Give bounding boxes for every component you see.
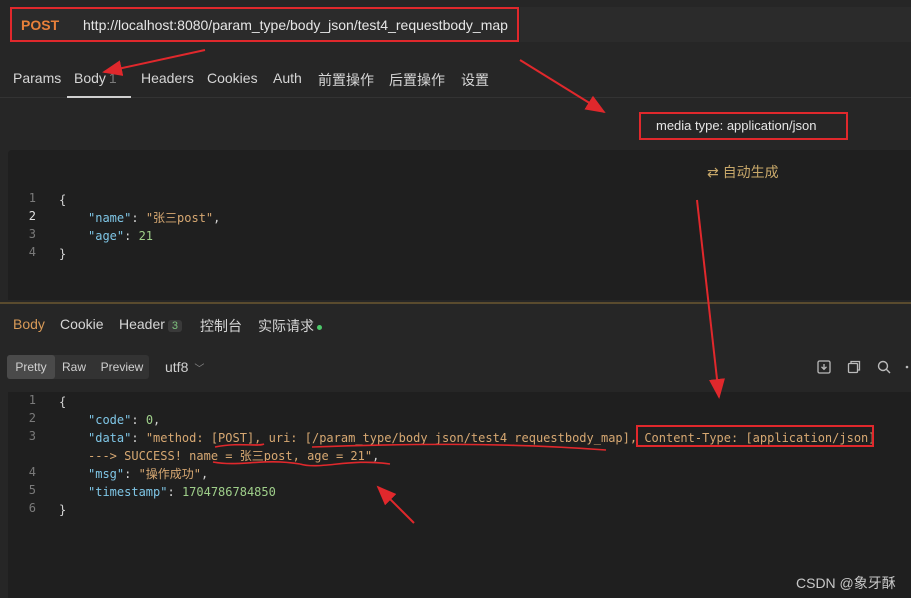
response-code-line-3-wrap: ---> SUCCESS! name = 张三post, age = 21", bbox=[88, 449, 380, 463]
json-key: "name" bbox=[88, 211, 132, 225]
url-bar-fill bbox=[520, 7, 911, 42]
request-code-line-4: } bbox=[59, 245, 66, 263]
tab-body[interactable]: Body 1 bbox=[74, 70, 117, 86]
json-value: 1704786784850 bbox=[181, 485, 276, 499]
json-value: 0 bbox=[145, 413, 154, 427]
method-select[interactable]: POST bbox=[21, 17, 59, 33]
tab-console[interactable]: 控制台 bbox=[200, 316, 242, 336]
line-number: 5 bbox=[28, 483, 36, 497]
json-key: "age" bbox=[88, 229, 125, 243]
more-icon[interactable] bbox=[903, 359, 911, 375]
media-type-annotation: media type: application/json bbox=[639, 112, 848, 140]
tab-post-operations[interactable]: 后置操作 bbox=[389, 70, 445, 90]
tab-auth[interactable]: Auth bbox=[273, 70, 302, 86]
json-key: "timestamp" bbox=[88, 485, 168, 499]
tab-params[interactable]: Params bbox=[13, 70, 61, 86]
json-value: 21 bbox=[138, 229, 154, 243]
chevron-down-icon: ﹀ bbox=[194, 364, 205, 375]
content-type-annotation-box bbox=[636, 425, 874, 447]
line-number: 3 bbox=[28, 227, 36, 241]
copy-icon[interactable] bbox=[846, 359, 862, 375]
tab-cookies[interactable]: Cookies bbox=[207, 70, 258, 86]
watermark: CSDN @象牙酥 bbox=[796, 575, 896, 591]
line-number: 3 bbox=[28, 429, 36, 443]
refresh-icon: ⇄ bbox=[707, 164, 723, 180]
tab-headers[interactable]: Headers bbox=[141, 70, 194, 86]
json-value: "method: [POST], uri: [/param_type/body_… bbox=[145, 431, 645, 445]
tab-body-label: Body bbox=[74, 70, 106, 86]
line-number: 1 bbox=[28, 393, 36, 407]
header-count-badge: 3 bbox=[167, 320, 183, 332]
response-tabs: Body Cookie Header 3 控制台 实际请求 bbox=[0, 304, 911, 344]
line-number: 2 bbox=[28, 411, 36, 425]
search-icon[interactable] bbox=[876, 359, 892, 375]
tab-actual-request-label: 实际请求 bbox=[258, 318, 314, 334]
request-tabs: Params Body 1 Headers Cookies Auth 前置操作 后… bbox=[0, 58, 911, 98]
brace: { bbox=[59, 193, 67, 207]
tab-body-count: 1 bbox=[108, 70, 117, 86]
tab-response-header[interactable]: Header 3 bbox=[119, 316, 183, 332]
url-bar: POST http://localhost:8080/param_type/bo… bbox=[0, 0, 911, 52]
line-number: 1 bbox=[28, 191, 36, 205]
json-key: "data" bbox=[88, 431, 132, 445]
raw-button[interactable]: Raw bbox=[57, 355, 91, 379]
response-code-line-1: { bbox=[59, 393, 66, 411]
media-type-text: media type: application/json bbox=[656, 118, 817, 133]
status-dot bbox=[317, 324, 322, 330]
line-number: 4 bbox=[28, 465, 36, 479]
response-code-line-2: "code": 0, bbox=[88, 413, 161, 427]
response-code-line-6: } bbox=[59, 501, 66, 519]
json-key: "msg" bbox=[88, 467, 125, 481]
json-value: "张三post" bbox=[145, 211, 214, 225]
url-input-box[interactable]: POST http://localhost:8080/param_type/bo… bbox=[10, 7, 519, 42]
request-code-line-1: { bbox=[59, 191, 66, 209]
tab-settings[interactable]: 设置 bbox=[461, 70, 489, 90]
auto-generate-label: 自动生成 bbox=[722, 164, 779, 180]
json-key: "code" bbox=[88, 413, 132, 427]
brace: } bbox=[59, 503, 67, 517]
tab-response-cookie[interactable]: Cookie bbox=[60, 316, 104, 332]
brace: { bbox=[59, 395, 67, 409]
tab-response-header-label: Header bbox=[119, 316, 165, 332]
response-code-line-5: "timestamp": 1704786784850 bbox=[88, 485, 276, 499]
encoding-select[interactable]: utf8 ﹀ bbox=[165, 359, 204, 375]
encoding-value: utf8 bbox=[165, 359, 189, 375]
line-number: 4 bbox=[28, 245, 36, 259]
view-mode-group: Pretty Raw Preview bbox=[7, 355, 149, 379]
url-input[interactable]: http://localhost:8080/param_type/body_js… bbox=[83, 17, 508, 33]
line-number: 6 bbox=[28, 501, 36, 515]
preview-button[interactable]: Preview bbox=[95, 355, 149, 379]
tab-actual-request[interactable]: 实际请求 bbox=[258, 316, 322, 336]
download-icon[interactable] bbox=[816, 359, 832, 375]
json-value: "操作成功" bbox=[138, 467, 202, 481]
active-tab-underline bbox=[67, 96, 131, 98]
response-code-line-4: "msg": "操作成功", bbox=[88, 467, 209, 481]
line-number: 2 bbox=[28, 209, 36, 223]
tab-response-body[interactable]: Body bbox=[13, 316, 45, 332]
request-code-line-2: "name": "张三post", bbox=[88, 211, 221, 225]
pretty-button[interactable]: Pretty bbox=[7, 355, 55, 379]
brace: } bbox=[59, 247, 67, 261]
json-value: ---> SUCCESS! name = 张三post, age = 21" bbox=[88, 449, 373, 463]
request-code-line-3: "age": 21 bbox=[88, 229, 154, 243]
tab-pre-operations[interactable]: 前置操作 bbox=[318, 70, 374, 90]
auto-generate-button[interactable]: ⇄ 自动生成 bbox=[707, 162, 779, 182]
